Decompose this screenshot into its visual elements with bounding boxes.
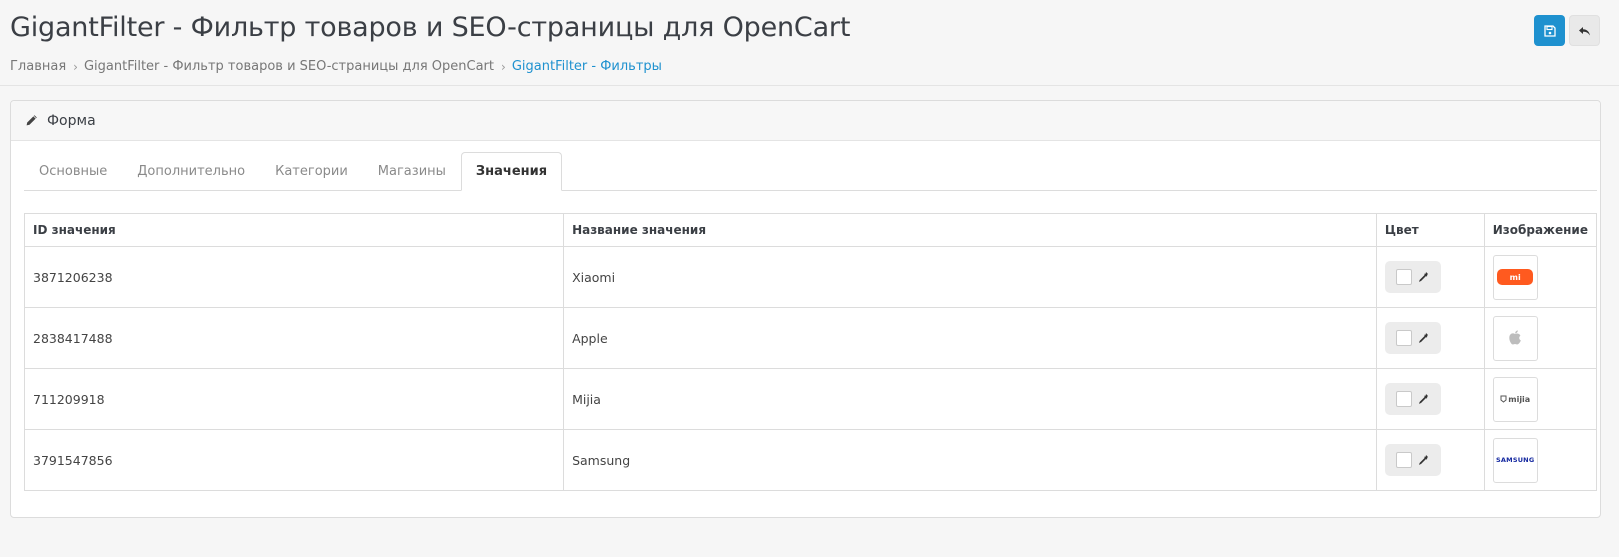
values-table: ID значения Название значения Цвет Изобр… [23,213,1598,491]
value-name: Samsung [563,429,1377,491]
breadcrumb-module[interactable]: GigantFilter - Фильтр товаров и SEO-стра… [84,59,494,74]
value-image-thumbnail[interactable]: mijia [1492,376,1538,422]
table-row: 3791547856 Samsung SAMSUNG [23,429,1598,491]
samsung-logo-icon: SAMSUNG [1496,456,1535,464]
color-picker[interactable] [1384,383,1441,415]
column-header-name: Название значения [563,213,1377,247]
form-card: Форма Основные Дополнительно Категории М… [10,100,1601,518]
back-button[interactable] [1569,15,1600,46]
value-name: Apple [563,307,1377,369]
breadcrumb: Главная › GigantFilter - Фильтр товаров … [10,59,662,74]
breadcrumb-filters[interactable]: GigantFilter - Фильтры [512,59,662,74]
page-title: GigantFilter - Фильтр товаров и SEO-стра… [10,12,851,43]
card-title: Форма [47,112,96,129]
image-cell: mi [1483,246,1598,308]
column-header-image: Изображение [1483,213,1598,247]
eyedropper-icon[interactable] [1418,393,1429,405]
breadcrumb-separator-icon: › [73,59,78,74]
color-cell [1375,307,1485,369]
breadcrumb-separator-icon: › [501,59,506,74]
value-id: 3871206238 [23,246,565,308]
table-header-row: ID значения Название значения Цвет Изобр… [23,213,1598,247]
image-cell: mijia [1483,368,1598,430]
xiaomi-logo-icon: mi [1497,269,1534,285]
image-cell: SAMSUNG [1483,429,1598,491]
pencil-icon [25,114,39,128]
color-swatch[interactable] [1395,330,1412,346]
value-name: Mijia [563,368,1377,430]
color-cell [1375,246,1485,308]
column-header-color: Цвет [1375,213,1485,247]
reply-arrow-icon [1579,26,1590,35]
column-header-id: ID значения [23,213,565,247]
color-swatch[interactable] [1395,452,1412,468]
eyedropper-icon[interactable] [1418,454,1429,466]
value-name: Xiaomi [563,246,1377,308]
mijia-logo-icon: mijia [1500,395,1530,404]
breadcrumb-home[interactable]: Главная [10,59,66,74]
tab-additional[interactable]: Дополнительно [122,152,260,190]
tab-main[interactable]: Основные [24,152,122,190]
color-cell [1375,429,1485,491]
value-image-thumbnail[interactable] [1492,315,1538,361]
value-id: 711209918 [23,368,565,430]
page-header: GigantFilter - Фильтр товаров и SEO-стра… [0,0,1619,86]
color-cell [1375,368,1485,430]
value-id: 2838417488 [23,307,565,369]
color-picker[interactable] [1384,261,1441,293]
card-header: Форма [11,101,1600,141]
color-picker[interactable] [1384,322,1441,354]
tab-stores[interactable]: Магазины [363,152,461,190]
value-image-thumbnail[interactable]: SAMSUNG [1492,437,1538,483]
color-swatch[interactable] [1395,391,1412,407]
table-row: 3871206238 Xiaomi mi [23,246,1598,308]
value-id: 3791547856 [23,429,565,491]
floppy-disk-icon [1543,24,1556,37]
apple-logo-icon [1509,330,1522,345]
table-row: 711209918 Mijia mijia [23,368,1598,430]
tab-values[interactable]: Значения [460,152,563,191]
color-picker[interactable] [1384,444,1441,476]
table-row: 2838417488 Apple [23,307,1598,369]
eyedropper-icon[interactable] [1418,332,1429,344]
tab-bar: Основные Дополнительно Категории Магазин… [24,152,1597,191]
save-button[interactable] [1534,15,1565,46]
image-cell [1483,307,1598,369]
color-swatch[interactable] [1395,269,1412,285]
tab-categories[interactable]: Категории [260,152,363,190]
value-image-thumbnail[interactable]: mi [1492,254,1538,300]
eyedropper-icon[interactable] [1418,271,1429,283]
